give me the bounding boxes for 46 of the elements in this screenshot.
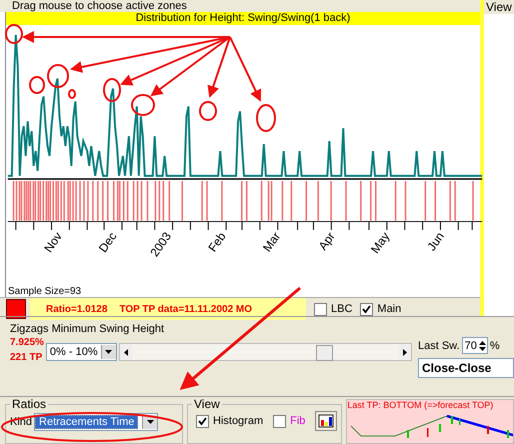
axis-label: Dec <box>96 230 120 256</box>
highlight-circle <box>5 24 23 44</box>
highlight-circle <box>131 94 155 116</box>
tp-count: 221 TP <box>10 352 44 363</box>
sample-size-text: Sample Size=93 <box>7 286 82 297</box>
slider-thumb[interactable] <box>316 345 334 361</box>
axis-label: Jun <box>424 230 447 254</box>
last-swing-label: Last Sw. <box>418 340 460 352</box>
price-mode-dropdown[interactable]: Close-Close <box>418 358 514 378</box>
range-dropdown[interactable]: 0% - 10% <box>46 343 117 361</box>
checkbox[interactable] <box>273 414 286 428</box>
checkbox-label: Histogram <box>213 415 264 427</box>
caret-icon <box>146 420 154 424</box>
group-title: Ratios <box>11 397 48 411</box>
chart-button[interactable] <box>315 411 338 431</box>
checkbox[interactable] <box>314 302 327 316</box>
checkbox[interactable] <box>196 414 209 428</box>
color-swatch[interactable] <box>6 299 26 319</box>
group-title: View <box>193 397 221 411</box>
instruction-text: Drag mouse to choose active zones <box>0 0 480 12</box>
caret-icon <box>105 350 112 354</box>
checkbox-label: Fib <box>290 415 306 427</box>
group-title: Zigzags Minimum Swing Height <box>10 323 166 335</box>
checkbox[interactable] <box>360 302 374 316</box>
last-swing-spinner[interactable]: 70 <box>462 337 488 354</box>
chart-title: Distribution for Height: Swing/Swing(1 back) <box>6 12 480 25</box>
kind-dropdown[interactable]: Retracements Time <box>34 413 158 431</box>
highlight-circle <box>29 76 45 94</box>
checkbox-label: Main <box>377 303 402 315</box>
spinner-arrows-icon[interactable] <box>478 340 486 352</box>
axis-label: Feb <box>205 230 229 255</box>
panel-title: View <box>484 0 514 14</box>
bar-chart-icon <box>318 414 334 428</box>
checkbox-label: LBC <box>331 303 352 315</box>
left-arrow-icon[interactable] <box>124 348 128 356</box>
highlight-circle <box>256 104 276 132</box>
top-tp-text: TOP TP data=11.11.2002 MO <box>119 304 252 314</box>
highlight-circle <box>199 101 217 121</box>
axis-label: Apr <box>316 230 338 254</box>
axis-label: Mar <box>260 230 284 255</box>
highlight-circle <box>103 78 121 102</box>
percent-value: 7.925% <box>10 337 44 348</box>
ratio-text: Ratio=1.0128 <box>46 304 108 314</box>
forecast-title: Last TP: BOTTOM (=>forecast TOP) <box>347 400 494 410</box>
right-arrow-icon[interactable] <box>403 348 407 356</box>
unit-label: % <box>490 340 500 352</box>
